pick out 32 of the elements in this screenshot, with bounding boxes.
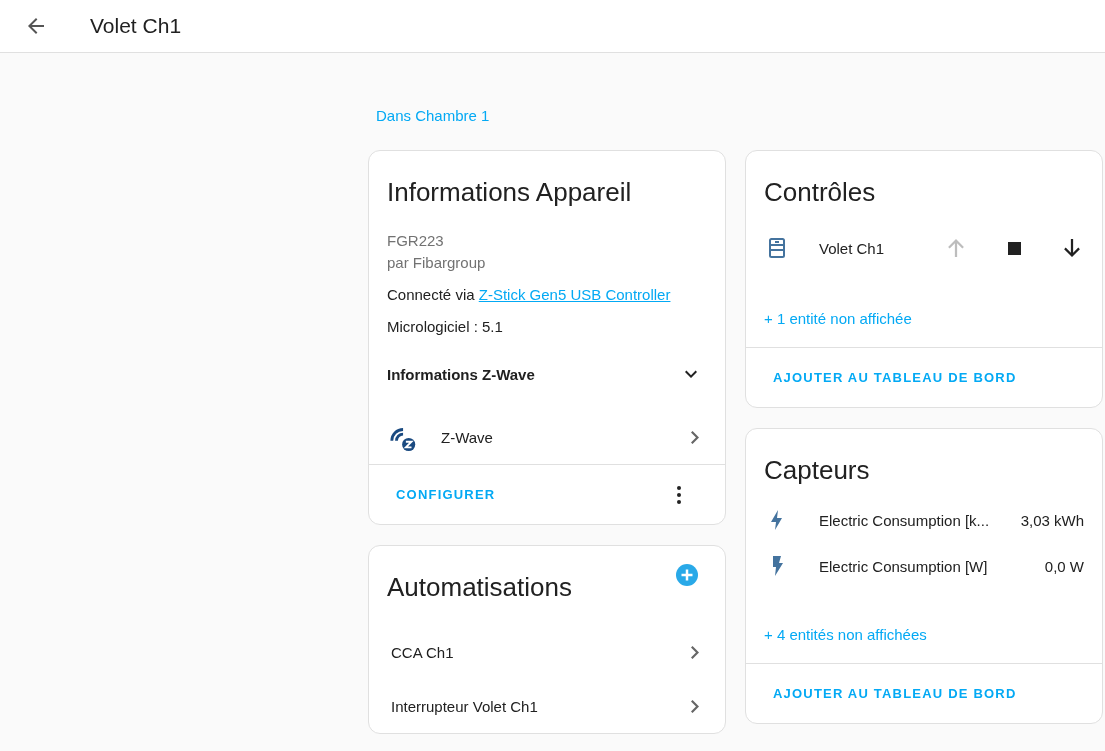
chevron-right-icon — [691, 699, 699, 713]
manufacturer-text: par Fibargroup — [387, 253, 487, 273]
configure-button[interactable]: CONFIGURER — [387, 479, 505, 510]
hidden-entities-link[interactable]: + 4 entités non affichées — [746, 578, 1102, 663]
card-title: Informations Appareil — [386, 176, 633, 208]
controller-link[interactable]: Z-Stick Gen5 USB Controller — [478, 286, 671, 303]
sensor-name[interactable]: Electric Consumption [W] — [819, 557, 1045, 575]
page-title: Volet Ch1 — [90, 14, 182, 38]
sensor-name[interactable]: Electric Consumption [k... — [819, 511, 1021, 529]
arrow-down-icon — [1064, 239, 1080, 257]
stop-icon — [1007, 241, 1021, 255]
area-link[interactable]: Dans Chambre 1 — [376, 107, 490, 124]
connected-label: Connecté via — [387, 286, 475, 303]
card-title: Capteurs — [763, 454, 871, 486]
arrow-up-icon — [948, 239, 964, 257]
card-title: Automatisations — [386, 571, 573, 603]
automation-item[interactable]: CCA Ch1 — [369, 625, 725, 679]
sensor-value: 3,03 kWh — [1020, 511, 1084, 529]
chevron-right-icon — [691, 645, 699, 659]
zwave-info-expander[interactable]: Informations Z-Wave — [387, 356, 703, 392]
sensor-value: 0,0 W — [1044, 557, 1084, 575]
firmware-text: Micrologiciel : 5.1 — [387, 317, 504, 337]
chevron-right-icon — [691, 430, 699, 444]
entity-name: Volet Ch1 — [819, 239, 886, 257]
model-text: FGR223 — [387, 231, 445, 251]
card-title: Contrôles — [763, 176, 877, 208]
automation-item[interactable]: Interrupteur Volet Ch1 — [369, 679, 725, 733]
add-icon[interactable] — [675, 562, 699, 587]
add-to-dashboard-button[interactable]: AJOUTER AU TABLEAU DE BORD — [764, 362, 1026, 393]
integration-row[interactable]: Z-Wave — [369, 392, 725, 465]
hidden-entities-link[interactable]: + 1 entité non affichée — [746, 260, 1102, 347]
add-to-dashboard-button[interactable]: AJOUTER AU TABLEAU DE BORD — [764, 678, 1026, 709]
